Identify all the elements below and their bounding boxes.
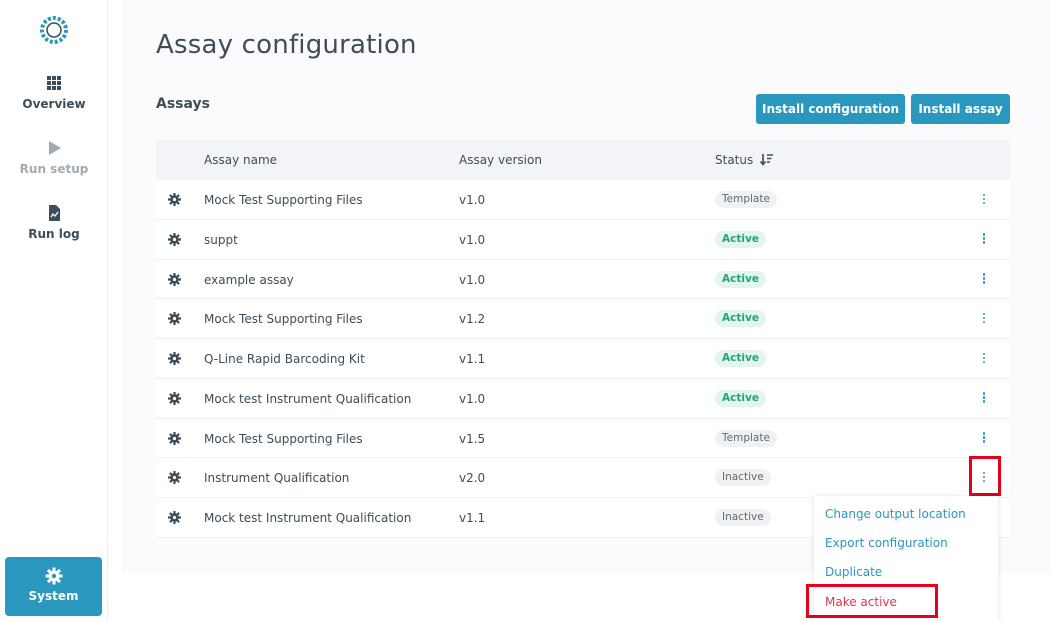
gear-icon[interactable] — [168, 272, 181, 286]
assay-version: v1.1 — [459, 352, 486, 366]
status-badge: Active — [715, 350, 766, 367]
nav-system-label: System — [28, 589, 79, 603]
page-title: Assay configuration — [156, 30, 417, 60]
column-header-status[interactable]: Status — [715, 153, 753, 167]
menu-item-change-output-location[interactable]: Change output location — [825, 507, 966, 521]
section-title: Assays — [156, 96, 210, 112]
more-options-icon[interactable] — [977, 272, 991, 288]
assay-name: Mock test Instrument Qualification — [204, 511, 412, 525]
table-row[interactable]: Mock test Instrument Qualification v1.0 Ac… — [156, 379, 1010, 419]
app-logo-icon — [40, 16, 68, 44]
more-options-icon[interactable] — [977, 391, 991, 407]
sidebar: Overview Run setup Run log System — [0, 0, 108, 622]
more-options-icon[interactable] — [977, 232, 991, 248]
more-options-icon[interactable] — [977, 431, 991, 447]
document-icon — [49, 205, 60, 221]
status-badge: Active — [715, 230, 766, 248]
gear-icon[interactable] — [168, 352, 181, 365]
install-configuration-button[interactable]: Install configuration — [756, 94, 905, 124]
status-badge: Active — [715, 389, 766, 407]
menu-item-make-active[interactable]: Make active — [825, 595, 897, 609]
nav-run-setup-label: Run setup — [19, 162, 89, 176]
more-options-icon[interactable] — [977, 470, 991, 486]
assay-version: v1.0 — [459, 232, 486, 247]
gear-icon — [45, 567, 62, 585]
assay-version: v2.0 — [459, 471, 486, 486]
nav-run-log-label: Run log — [28, 227, 80, 241]
assay-version: v1.0 — [459, 391, 486, 406]
nav-overview[interactable]: Overview — [0, 74, 108, 111]
gear-icon[interactable] — [168, 312, 181, 326]
gear-icon[interactable] — [168, 232, 181, 246]
sort-descending-icon[interactable] — [760, 153, 774, 166]
install-assay-button[interactable]: Install assay — [911, 94, 1010, 124]
table-header: Assay name Assay version Status — [156, 140, 1010, 180]
table-row[interactable]: suppt v1.0 Active — [156, 220, 1010, 260]
assay-name: Mock test Instrument Qualification — [204, 391, 412, 406]
gear-icon[interactable] — [168, 391, 181, 405]
assay-version: v1.1 — [459, 511, 486, 525]
assay-version: v1.0 — [459, 272, 486, 287]
gear-icon[interactable] — [168, 511, 181, 524]
table-row[interactable]: Mock Test Supporting Files v1.2 Active — [156, 299, 1010, 339]
gear-icon[interactable] — [168, 431, 181, 445]
assay-version: v1.2 — [459, 312, 486, 327]
more-options-icon[interactable] — [977, 351, 991, 367]
row-actions-menu: Change output location Export configurat… — [814, 496, 998, 622]
menu-item-export-configuration[interactable]: Export configuration — [825, 536, 948, 550]
table-row[interactable]: Mock Test Supporting Files v1.5 Template — [156, 419, 1010, 459]
assay-name: Mock Test Supporting Files — [204, 193, 363, 207]
gear-icon[interactable] — [168, 471, 181, 485]
table-row[interactable]: example assay v1.0 Active — [156, 260, 1010, 300]
assay-version: v1.0 — [459, 193, 486, 207]
assay-name: suppt — [204, 232, 238, 247]
nav-run-setup[interactable]: Run setup — [0, 139, 108, 176]
assay-version: v1.5 — [459, 431, 486, 446]
table-row[interactable]: Q-Line Rapid Barcoding Kit v1.1 Active — [156, 339, 1010, 379]
gear-icon[interactable] — [168, 193, 181, 206]
more-options-icon[interactable] — [977, 192, 991, 208]
status-badge: Inactive — [715, 469, 771, 487]
assays-table: Assay name Assay version Status Mock Tes… — [156, 140, 1010, 538]
play-icon — [49, 141, 61, 155]
table-row[interactable]: Mock Test Supporting Files v1.0 Template — [156, 180, 1010, 220]
grid-icon — [47, 76, 61, 90]
nav-run-log[interactable]: Run log — [0, 204, 108, 241]
menu-item-duplicate[interactable]: Duplicate — [825, 565, 882, 579]
table-body: Mock Test Supporting Files v1.0 Template su… — [156, 180, 1010, 538]
status-badge: Template — [715, 191, 777, 208]
table-row[interactable]: Instrument Qualification v2.0 Inactive — [156, 458, 1010, 498]
column-header-version[interactable]: Assay version — [459, 153, 542, 167]
status-badge: Template — [715, 429, 777, 447]
assay-name: Mock Test Supporting Files — [204, 431, 363, 446]
assay-name: Mock Test Supporting Files — [204, 312, 363, 327]
more-options-icon[interactable] — [977, 311, 991, 327]
status-badge: Active — [715, 270, 766, 288]
assay-name: example assay — [204, 272, 294, 287]
status-badge: Active — [715, 310, 766, 328]
column-header-name[interactable]: Assay name — [204, 153, 277, 167]
assay-name: Q-Line Rapid Barcoding Kit — [204, 352, 365, 366]
nav-system[interactable]: System — [5, 557, 102, 616]
status-badge: Inactive — [715, 509, 771, 526]
assay-name: Instrument Qualification — [204, 471, 350, 486]
nav-overview-label: Overview — [22, 97, 86, 111]
